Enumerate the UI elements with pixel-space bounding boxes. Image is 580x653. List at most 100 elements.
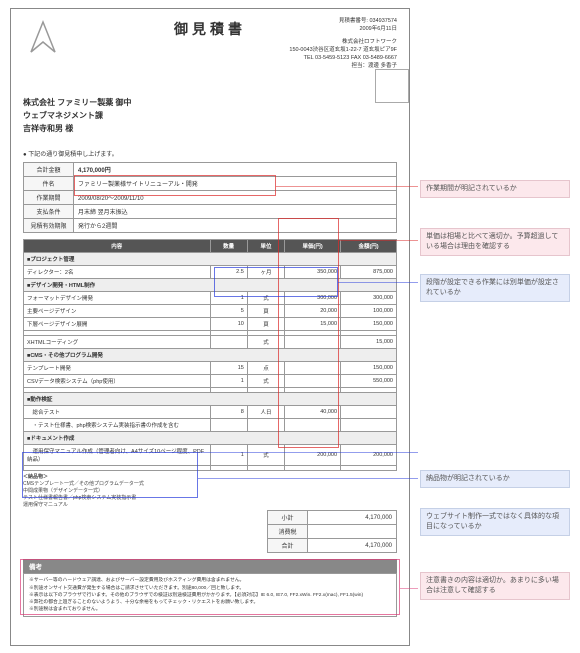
project-period: 2009/08/20〜2009/11/10 (74, 191, 397, 205)
line-item: 主要ページデザイン5頁20,000100,000 (24, 305, 397, 318)
cell-unit: 点 (247, 362, 284, 375)
total-label2: 合計 (268, 539, 308, 553)
line-items-table: 内容 数量 単位 単価(円) 金額(円) ■プロジェクト管理ディレクター：2名2… (23, 239, 397, 471)
total-amount: 4,170,000円 (74, 163, 397, 177)
cell-unit: 式 (247, 292, 284, 305)
line-item: ディレクター：2名2.5ヶ月350,000875,000 (24, 266, 397, 279)
cell-unit: 式 (247, 375, 284, 388)
cell-amt (341, 406, 397, 419)
pay-label: 支払条件 (24, 205, 74, 219)
lead-text: ● 下記の通り御見積申し上げます。 (23, 149, 397, 158)
cell-price (285, 336, 341, 349)
cell-amt: 875,000 (341, 266, 397, 279)
line-item: フォーマットデザイン開発1式300,000300,000 (24, 292, 397, 305)
client-block: 株式会社 ファミリー製薬 御中 ウェブマネジメント課 吉祥寺和男 様 (23, 97, 397, 135)
cell-desc: 主要ページデザイン (24, 305, 211, 318)
cell-amt: 300,000 (341, 292, 397, 305)
cell-qty (210, 419, 247, 432)
comment-notes: 注意書きの内容は適切か。あまりに多い場合は注意して確認する (420, 572, 570, 600)
client-company: 株式会社 ファミリー製薬 御中 (23, 97, 397, 110)
hdr-price: 単価(円) (285, 240, 341, 253)
cell-price: 15,000 (285, 318, 341, 331)
cell-qty: 1 (210, 445, 247, 466)
cell-price (285, 419, 341, 432)
vendor-addr1: 150-0043渋谷区道玄坂1-22-7 道玄坂ピア9F (289, 46, 397, 54)
cell-price (285, 375, 341, 388)
cell-price: 350,000 (285, 266, 341, 279)
section-header: ■動作検証 (24, 393, 397, 406)
hdr-unit: 単位 (247, 240, 284, 253)
cell-amt: 550,000 (341, 375, 397, 388)
line-item: 運用保守マニュアル作成（管理者向け、A4サイズ10ページ程度、PDF納品）1式2… (24, 445, 397, 466)
notes-title: 備考 (23, 559, 397, 573)
line-item: CSVデータ検索システム（php使用）1式550,000 (24, 375, 397, 388)
cell-desc: ディレクター：2名 (24, 266, 211, 279)
cell-price (285, 362, 341, 375)
deliverables-title: ＜納品物＞ (23, 473, 397, 480)
note-line: ※別途オンサイト交通費が発生する場合はご請求させていただきます。別途80,000… (29, 585, 391, 592)
cell-desc: 運用保守マニュアル作成（管理者向け、A4サイズ10ページ程度、PDF納品） (24, 445, 211, 466)
line-item: ・テスト仕様書、php検索システム実装指示書の作成を含む (24, 419, 397, 432)
company-logo (23, 17, 63, 57)
cell-unit (247, 419, 284, 432)
comment-price: 単価は相場と比べて適切か。予算超過している場合は理由を確認する (420, 228, 570, 256)
tax-value (308, 525, 397, 539)
deliverables-block: ＜納品物＞ CMSテンプレート一式／その他プログラムデータ一式中間成果物（デザイ… (23, 473, 397, 508)
cell-unit: 頁 (247, 318, 284, 331)
total-label: 合計金額 (24, 163, 74, 177)
line-item: 総合テスト8人日40,000 (24, 406, 397, 419)
comment-specific: ウェブサイト制作一式ではなく具体的な項目になっているか (420, 508, 570, 536)
line-item: XHTMLコーディング式15,000 (24, 336, 397, 349)
comment-stepped: 段階が設定できる作業には別単価が設定されているか (420, 274, 570, 302)
cell-unit: 式 (247, 445, 284, 466)
total-value: 4,170,000 (308, 539, 397, 553)
summary-table: 合計金額4,170,000円 件名ファミリー製薬様サイトリニューアル・開発 作業… (23, 162, 397, 233)
cell-price (285, 466, 341, 471)
section-header: ■プロジェクト管理 (24, 253, 397, 266)
cell-amt: 150,000 (341, 362, 397, 375)
cell-amt: 150,000 (341, 318, 397, 331)
stamp-box (375, 69, 409, 103)
line-item: テンプレート開発15点150,000 (24, 362, 397, 375)
header-right: 見積書番号: 034937574 2009年6月11日 株式会社ロフトワーク 1… (289, 17, 397, 71)
cell-qty: 2.5 (210, 266, 247, 279)
cell-price: 40,000 (285, 406, 341, 419)
note-line: ※サーバー等のハードウェア調達、およびサーバー設定費用及びホスティング費用は含ま… (29, 577, 391, 584)
cell-qty (210, 336, 247, 349)
period-label: 作業期間 (24, 191, 74, 205)
section-title: ■デザイン開発・HTML制作 (24, 279, 397, 292)
cell-qty (210, 466, 247, 471)
deliverable-item: テスト仕様書報告書／php検索システム実装指示書 (23, 494, 397, 501)
cell-unit: ヶ月 (247, 266, 284, 279)
cell-amt: 100,000 (341, 305, 397, 318)
cell-desc: XHTMLコーディング (24, 336, 211, 349)
valid-period: 発行から2週間 (74, 219, 397, 233)
cell-desc: 総合テスト (24, 406, 211, 419)
section-title: ■動作検証 (24, 393, 397, 406)
hdr-amt: 金額(円) (341, 240, 397, 253)
deliverable-item: CMSテンプレート一式／その他プログラムデータ一式 (23, 480, 397, 487)
pay-terms: 月末締 翌月末振込 (74, 205, 397, 219)
cell-unit: 人日 (247, 406, 284, 419)
quotation-document: 御見積書 見積書番号: 034937574 2009年6月11日 株式会社ロフト… (10, 8, 410, 646)
cell-qty: 1 (210, 375, 247, 388)
cell-desc (24, 466, 211, 471)
subtotal-label: 小計 (268, 511, 308, 525)
note-line: ※表示は以下のブラウザで行います。その他のブラウザでの検証は別途検証費用がかかり… (29, 592, 391, 599)
section-header: ■ドキュメント作成 (24, 432, 397, 445)
line-item (24, 466, 397, 471)
cell-price: 300,000 (285, 292, 341, 305)
deliverable-item: 中間成果物（デザインデータ一式） (23, 487, 397, 494)
cell-qty: 8 (210, 406, 247, 419)
valid-label: 見積有効期限 (24, 219, 74, 233)
section-title: ■CMS・その他プログラム開発 (24, 349, 397, 362)
contact-label: 担当： (351, 63, 368, 69)
cell-amt (341, 466, 397, 471)
project-name: ファミリー製薬様サイトリニューアル・開発 (74, 177, 397, 191)
line-item: 下層ページデザイン展開10頁15,000150,000 (24, 318, 397, 331)
cell-amt (341, 419, 397, 432)
date: 2009年6月11日 (289, 25, 397, 33)
section-title: ■ドキュメント作成 (24, 432, 397, 445)
tax-label: 消費税 (268, 525, 308, 539)
cell-price: 20,000 (285, 305, 341, 318)
